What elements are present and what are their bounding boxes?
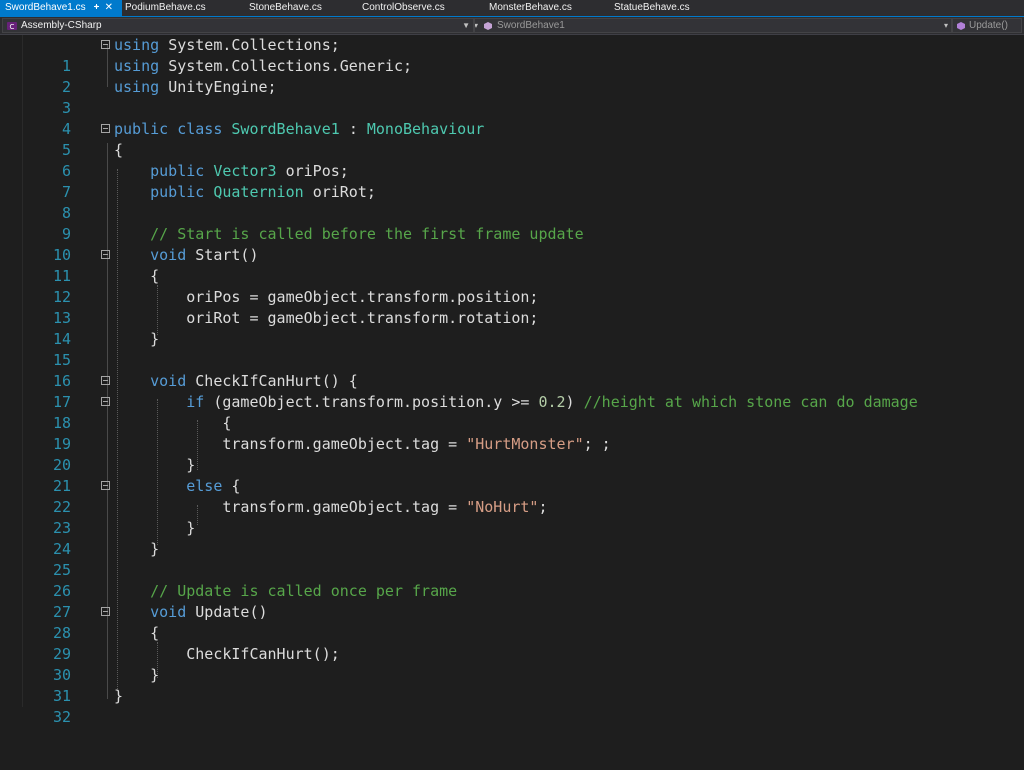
code-line: 30 CheckIfCanHurt(); bbox=[0, 644, 1024, 684]
code-line: 1 using System.Collections; bbox=[0, 35, 1024, 75]
tab-label: ControlObserve.cs bbox=[362, 2, 445, 13]
code-text: using UnityEngine; bbox=[114, 78, 277, 96]
code-text: } bbox=[114, 519, 196, 537]
code-line: 17 void CheckIfCanHurt() { bbox=[0, 371, 1024, 411]
collapse-icon[interactable] bbox=[101, 124, 110, 133]
tab-statuebehave[interactable]: StatueBehave.cs bbox=[614, 0, 690, 16]
code-line: 14 oriRot = gameObject.transform.rotatio… bbox=[0, 308, 1024, 348]
code-line: 9 bbox=[0, 203, 1024, 243]
method-icon bbox=[957, 22, 965, 30]
code-text: public Vector3 oriPos; bbox=[150, 162, 349, 180]
code-text: } bbox=[114, 330, 160, 348]
tab-podiumbehave[interactable]: PodiumBehave.cs bbox=[125, 0, 206, 16]
code-line: 8 public Quaternion oriRot; bbox=[0, 182, 1024, 222]
document-tab-strip: SwordBehave1.cs ✕ PodiumBehave.cs StoneBe… bbox=[0, 0, 1024, 17]
code-text: { bbox=[114, 141, 124, 159]
code-text: { bbox=[114, 414, 232, 432]
collapse-icon[interactable] bbox=[101, 250, 110, 259]
code-line: 16 bbox=[0, 350, 1024, 390]
code-line: 21 } bbox=[0, 455, 1024, 495]
code-text: public class SwordBehave1 : MonoBehaviou… bbox=[114, 120, 485, 138]
code-line: 4 bbox=[0, 98, 1024, 138]
code-text: if (gameObject.transform.position.y >= 0… bbox=[186, 393, 918, 411]
code-line: 27 // Update is called once per frame bbox=[0, 581, 1024, 621]
code-text: else { bbox=[186, 477, 241, 495]
code-line: 13 oriPos = gameObject.transform.positio… bbox=[0, 287, 1024, 327]
code-line: 10 // Start is called before the first f… bbox=[0, 224, 1024, 264]
tab-label: SwordBehave1.cs bbox=[5, 2, 86, 13]
code-text: } bbox=[114, 666, 160, 684]
code-line: 6 { bbox=[0, 140, 1024, 180]
code-text: } bbox=[114, 456, 196, 474]
tab-monsterbehave[interactable]: MonsterBehave.cs bbox=[489, 0, 572, 16]
code-text: } bbox=[114, 687, 124, 705]
code-text: void CheckIfCanHurt() { bbox=[150, 372, 358, 390]
code-text: transform.gameObject.tag = "HurtMonster"… bbox=[222, 435, 611, 453]
code-line: 31 } bbox=[0, 665, 1024, 705]
chevron-down-icon: ▾ bbox=[474, 21, 479, 30]
code-line: 29 { bbox=[0, 623, 1024, 663]
collapse-icon[interactable] bbox=[101, 607, 110, 616]
code-line: 26 bbox=[0, 560, 1024, 600]
code-line: 24 } bbox=[0, 518, 1024, 558]
code-text: using System.Collections; bbox=[114, 36, 340, 54]
code-comment: // Start is called before the first fram… bbox=[114, 225, 584, 243]
class-icon bbox=[484, 22, 492, 30]
code-line: 2 using System.Collections.Generic; bbox=[0, 56, 1024, 96]
navigation-bar: C Assembly-CSharp ▼ SwordBehave1 ▾ ▾ Upd… bbox=[0, 17, 1024, 35]
code-text: CheckIfCanHurt(); bbox=[114, 645, 340, 663]
code-line: 19 { bbox=[0, 413, 1024, 453]
line-number: 32 bbox=[52, 708, 71, 726]
class-dropdown[interactable]: SwordBehave1 ▾ ▾ bbox=[474, 18, 952, 33]
code-line: 32 } bbox=[0, 686, 1024, 726]
code-text: { bbox=[114, 624, 160, 642]
code-text: public Quaternion oriRot; bbox=[150, 183, 376, 201]
svg-text:C: C bbox=[10, 23, 15, 31]
code-editor[interactable]: 1 using System.Collections; 2 using Syst… bbox=[0, 35, 1024, 726]
tab-label: StatueBehave.cs bbox=[614, 2, 690, 13]
code-line: 5 public class SwordBehave1 : MonoBehavi… bbox=[0, 119, 1024, 159]
code-text: oriRot = gameObject.transform.rotation; bbox=[114, 309, 539, 327]
tab-stonebehave[interactable]: StoneBehave.cs bbox=[249, 0, 322, 16]
member-dropdown[interactable]: Update() bbox=[952, 18, 1022, 33]
tab-label: MonsterBehave.cs bbox=[489, 2, 572, 13]
project-label: Assembly-CSharp bbox=[21, 20, 102, 31]
collapse-icon[interactable] bbox=[101, 481, 110, 490]
code-text: void Update() bbox=[150, 603, 268, 621]
collapse-icon[interactable] bbox=[101, 397, 110, 406]
code-text: { bbox=[114, 267, 160, 285]
chevron-down-icon: ▾ bbox=[943, 21, 948, 30]
code-comment: // Update is called once per frame bbox=[114, 582, 458, 600]
collapse-icon[interactable] bbox=[101, 40, 110, 49]
code-line: 22 else { bbox=[0, 476, 1024, 516]
tab-controlobserve[interactable]: ControlObserve.cs bbox=[362, 0, 445, 16]
code-line: 28 void Update() bbox=[0, 602, 1024, 642]
code-text: oriPos = gameObject.transform.position; bbox=[114, 288, 539, 306]
code-line: 23 transform.gameObject.tag = "NoHurt"; bbox=[0, 497, 1024, 537]
code-text: void Start() bbox=[150, 246, 259, 264]
code-line: 12 { bbox=[0, 266, 1024, 306]
code-text: } bbox=[114, 540, 160, 558]
tab-label: StoneBehave.cs bbox=[249, 2, 322, 13]
class-label: SwordBehave1 bbox=[497, 20, 565, 31]
member-label: Update() bbox=[969, 20, 1008, 31]
code-line: 7 public Vector3 oriPos; bbox=[0, 161, 1024, 201]
close-tab-icon[interactable]: ✕ bbox=[105, 0, 113, 16]
code-text: using System.Collections.Generic; bbox=[114, 57, 413, 75]
code-line: 25 } bbox=[0, 539, 1024, 579]
chevron-down-icon: ▼ bbox=[462, 21, 470, 30]
code-line: 18 if (gameObject.transform.position.y >… bbox=[0, 392, 1024, 432]
code-line: 20 transform.gameObject.tag = "HurtMonst… bbox=[0, 434, 1024, 474]
pin-icon[interactable] bbox=[92, 2, 101, 11]
code-text: transform.gameObject.tag = "NoHurt"; bbox=[222, 498, 548, 516]
code-line: 15 } bbox=[0, 329, 1024, 369]
project-dropdown[interactable]: C Assembly-CSharp ▼ bbox=[2, 18, 474, 33]
tab-label: PodiumBehave.cs bbox=[125, 2, 206, 13]
csharp-project-icon: C bbox=[7, 22, 17, 31]
tab-swordbehave1[interactable]: SwordBehave1.cs ✕ bbox=[0, 0, 122, 16]
code-line: 3 using UnityEngine; bbox=[0, 77, 1024, 117]
code-line: 11 void Start() bbox=[0, 245, 1024, 285]
collapse-icon[interactable] bbox=[101, 376, 110, 385]
